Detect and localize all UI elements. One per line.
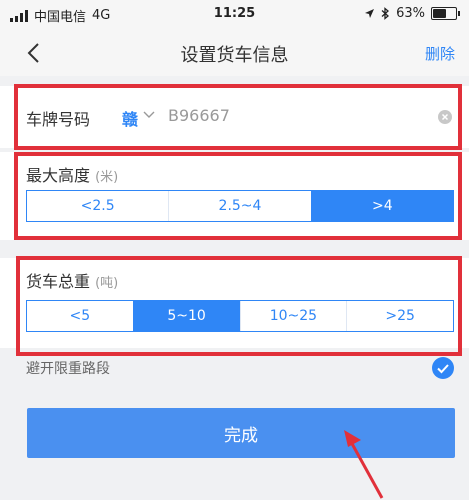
- status-right: 63%: [364, 6, 460, 21]
- highlight-box-height: [14, 152, 462, 240]
- battery-icon: [431, 7, 460, 20]
- highlight-box-weight: [16, 256, 462, 356]
- page-title: 设置货车信息: [180, 45, 289, 66]
- annotation-arrow-icon: [344, 430, 384, 499]
- bluetooth-icon: [381, 7, 390, 20]
- nav-bar: 设置货车信息 删除: [0, 30, 469, 76]
- avoid-restricted-label: 避开限重路段: [26, 361, 110, 377]
- checkmark-icon[interactable]: [432, 357, 454, 379]
- delete-button[interactable]: 删除: [425, 43, 455, 64]
- status-bar: 中国电信 4G 11:25 63%: [0, 0, 469, 30]
- highlight-box-plate: [14, 84, 462, 150]
- battery-percent: 63%: [396, 6, 425, 21]
- location-icon: [365, 9, 375, 18]
